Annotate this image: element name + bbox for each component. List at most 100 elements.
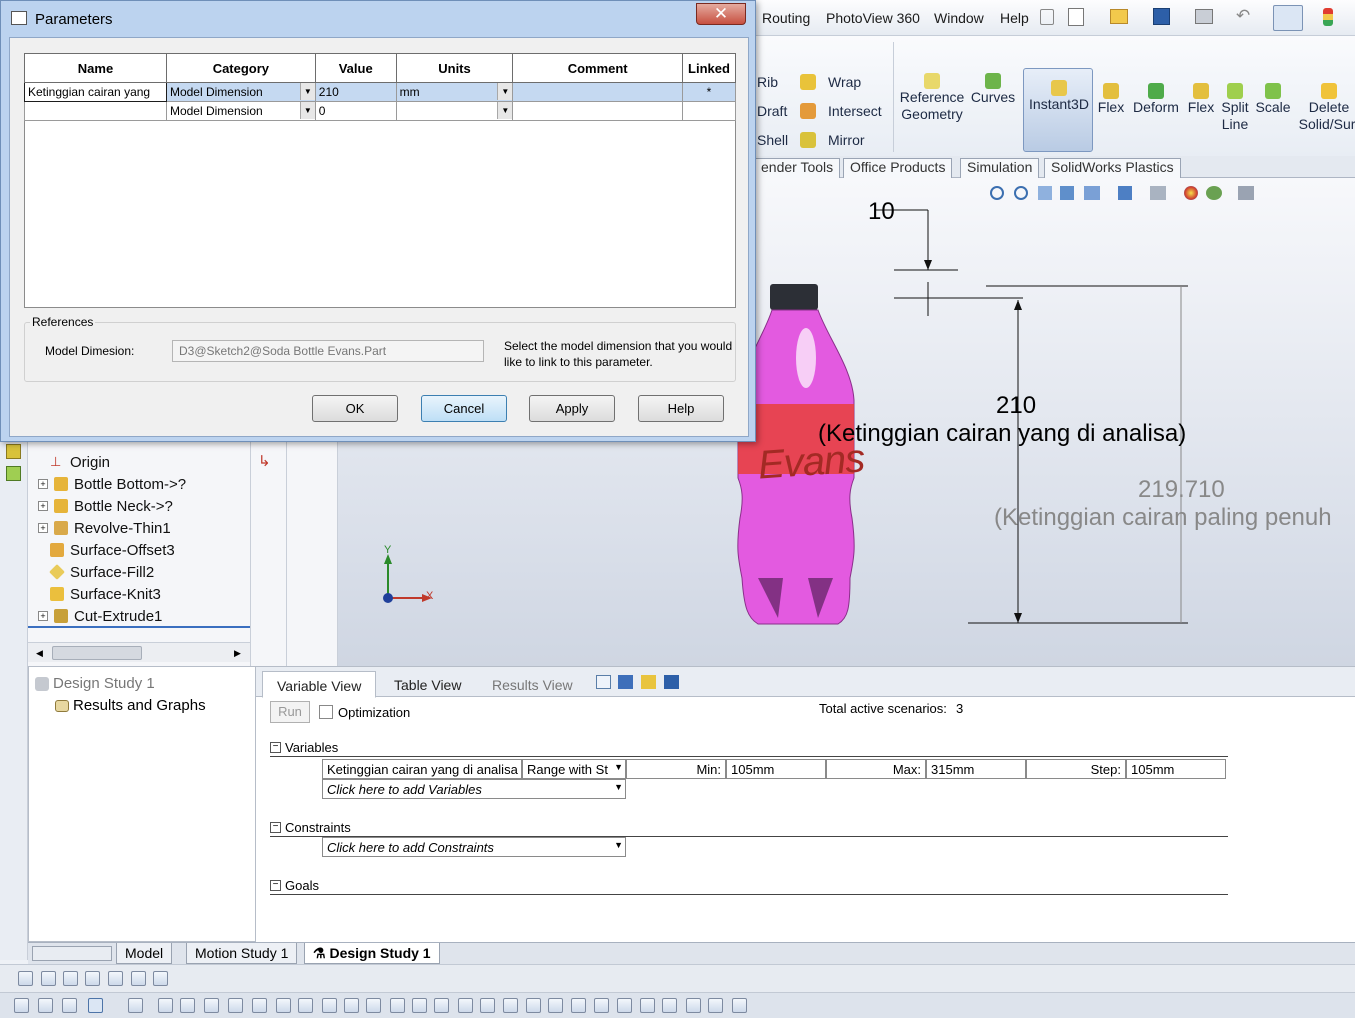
filter-icon[interactable] (252, 998, 267, 1013)
tab-office-products[interactable]: Office Products (843, 158, 953, 178)
scroll-right-icon[interactable]: ▶ (234, 648, 241, 659)
tree-item-surface-offset3[interactable]: Surface-Offset3 (50, 540, 175, 560)
wrap-button[interactable]: Wrap (800, 74, 861, 91)
select-tool-icon[interactable] (1273, 5, 1303, 31)
pin-icon[interactable] (1040, 9, 1054, 25)
delete-solid-button[interactable]: Delete Solid/Surf (1296, 82, 1355, 133)
filter-icon[interactable] (128, 998, 143, 1013)
flex-button[interactable]: Flex (1097, 82, 1125, 116)
collapse-icon[interactable]: − (270, 742, 281, 753)
save-study-icon[interactable] (664, 675, 679, 689)
chevron-down-icon[interactable]: ▼ (614, 762, 623, 772)
ok-button[interactable]: OK (312, 395, 398, 422)
comment-cell[interactable] (512, 82, 683, 102)
intersect-button[interactable]: Intersect (800, 103, 882, 120)
scroll-thumb[interactable] (52, 646, 142, 660)
chevron-down-icon[interactable]: ▼ (497, 83, 512, 100)
filter-icon[interactable] (204, 998, 219, 1013)
filter-icon[interactable] (503, 998, 518, 1013)
dimension-10[interactable]: 10 (868, 198, 895, 226)
tab-table-view[interactable]: Table View (380, 671, 475, 697)
toolbar-icon[interactable] (85, 971, 100, 986)
filter-icon[interactable] (14, 998, 29, 1013)
name-cell[interactable]: Ketinggian cairan yang (24, 82, 167, 102)
filter-icon[interactable] (276, 998, 291, 1013)
constraints-section[interactable]: − Constraints (270, 820, 351, 835)
filter-icon[interactable] (180, 998, 195, 1013)
tab-motion-study[interactable]: Motion Study 1 (186, 943, 298, 964)
tab-model[interactable]: Model (116, 943, 173, 964)
filter-icon[interactable] (344, 998, 359, 1013)
tab-simulation[interactable]: Simulation (960, 158, 1040, 178)
tab-render-tools[interactable]: ender Tools (755, 158, 841, 178)
chevron-down-icon[interactable]: ▼ (614, 840, 623, 850)
filter-icon[interactable] (158, 998, 173, 1013)
dimension-210-value[interactable]: 210 (996, 392, 1036, 420)
filter-icon[interactable] (434, 998, 449, 1013)
scroll-left-icon[interactable]: ◀ (36, 648, 43, 659)
apply-button[interactable]: Apply (529, 395, 615, 422)
expand-icon[interactable]: + (38, 611, 48, 621)
expand-icon[interactable]: + (38, 501, 48, 511)
dimension-219-value[interactable]: 219.710 (1138, 476, 1225, 504)
units-cell[interactable]: ▼ (395, 101, 514, 121)
rollback-bar[interactable] (28, 626, 250, 628)
step-input[interactable]: 105mm (1126, 759, 1226, 779)
toolbar-icon[interactable] (131, 971, 146, 986)
value-cell[interactable]: 210 (314, 82, 397, 102)
help-button[interactable]: Help (638, 395, 724, 422)
toolbar-icon[interactable] (108, 971, 123, 986)
tree-item-revolve-thin1[interactable]: + Revolve-Thin1 (38, 518, 171, 538)
filter-icon[interactable] (640, 998, 655, 1013)
curves-button[interactable]: Curves (968, 72, 1018, 106)
filter-icon[interactable] (617, 998, 632, 1013)
comment-cell[interactable] (512, 101, 683, 121)
variable-type-select[interactable]: Range with St ▼ (522, 759, 626, 779)
tab-results-view[interactable]: Results View (478, 671, 587, 697)
mirror-button[interactable]: Mirror (800, 132, 865, 149)
dialog-title-bar[interactable]: Parameters ✕ (1, 1, 757, 37)
filter-icon[interactable] (390, 998, 405, 1013)
add-variables-row[interactable]: Click here to add Variables ▼ (322, 779, 626, 799)
toolbar-icon[interactable] (63, 971, 78, 986)
property-manager-icon[interactable] (6, 466, 21, 481)
chevron-down-icon[interactable]: ▼ (299, 102, 315, 119)
filter-icon[interactable] (480, 998, 495, 1013)
tree-item-surface-knit3[interactable]: Surface-Knit3 (50, 584, 161, 604)
tab-navigation-arrows[interactable] (32, 946, 112, 961)
filter-icon[interactable] (594, 998, 609, 1013)
save-icon[interactable] (1153, 8, 1170, 25)
rebuild-icon[interactable] (1323, 8, 1333, 26)
tree-item-cut-extrude1[interactable]: + Cut-Extrude1 (38, 606, 162, 626)
table-row[interactable]: Model Dimension ▼ 0 ▼ (24, 101, 737, 121)
flex-button-2[interactable]: Flex (1187, 82, 1215, 116)
chevron-down-icon[interactable]: ▼ (497, 102, 512, 119)
toolbar-icon[interactable] (18, 971, 33, 986)
feature-manager-icon[interactable] (6, 444, 21, 459)
max-input[interactable]: 315mm (926, 759, 1026, 779)
tab-variable-view[interactable]: Variable View (262, 671, 377, 698)
tree-item-bottle-neck[interactable]: + Bottle Neck->? (38, 496, 173, 516)
filter-icon[interactable] (732, 998, 747, 1013)
open-icon[interactable] (641, 675, 656, 689)
shell-button[interactable]: Shell (757, 132, 788, 149)
filter-icon[interactable] (526, 998, 541, 1013)
chevron-down-icon[interactable]: ▼ (614, 782, 623, 792)
cancel-button[interactable]: Cancel (421, 395, 507, 422)
open-folder-icon[interactable] (1110, 9, 1128, 24)
filter-icon[interactable] (298, 998, 313, 1013)
expand-icon[interactable]: + (38, 523, 48, 533)
value-cell[interactable]: 0 (314, 101, 397, 121)
options-icon[interactable] (618, 675, 633, 689)
menu-help[interactable]: Help (1000, 10, 1029, 26)
filter-icon[interactable] (62, 998, 77, 1013)
units-cell[interactable]: mm ▼ (395, 82, 514, 102)
tab-design-study[interactable]: ⚗ Design Study 1 (304, 943, 440, 964)
scale-button[interactable]: Scale (1255, 82, 1291, 116)
filter-icon[interactable] (548, 998, 563, 1013)
filter-icon[interactable] (686, 998, 701, 1013)
variable-name-cell[interactable]: Ketinggian cairan yang di analisa (322, 759, 522, 779)
category-cell[interactable]: Model Dimension ▼ (165, 101, 316, 121)
design-study-root[interactable]: Design Study 1 (35, 675, 155, 692)
menu-window[interactable]: Window (934, 10, 984, 26)
